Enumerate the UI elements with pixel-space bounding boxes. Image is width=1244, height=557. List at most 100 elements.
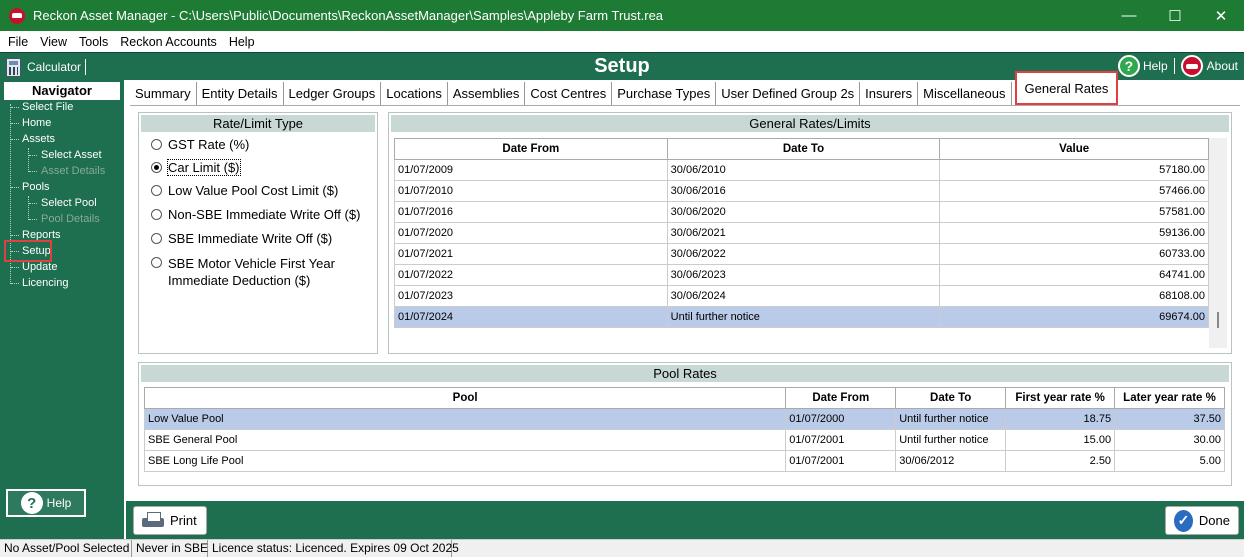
cell-date-to: 30/06/2023 [666,264,941,286]
table-row[interactable]: SBE Long Life Pool 01/07/2001 30/06/2012… [143,450,1225,472]
tree-branch [29,155,37,156]
tab-ledger-groups[interactable]: Ledger Groups [283,82,382,105]
column-header-later-year-rate[interactable]: Later year rate % [1114,387,1225,409]
footer-bar: Print ✓ Done [126,501,1244,539]
table-row-selected[interactable]: 01/07/2024 Until further notice 69674.00 [394,306,1209,328]
radio-button[interactable] [151,139,162,150]
menu-tools[interactable]: Tools [73,35,114,49]
header-help-link[interactable]: Help [1143,59,1168,73]
column-header-pool[interactable]: Pool [143,387,787,409]
nav-select-file[interactable]: Select File [22,101,73,113]
navigator-help-label: Help [46,496,72,510]
maximize-button[interactable]: ☐ [1152,0,1198,31]
cell-value: 60733.00 [939,243,1209,265]
about-car-icon[interactable] [1180,55,1203,77]
cell-pool: SBE Long Life Pool [143,450,787,472]
tab-summary[interactable]: Summary [130,82,197,105]
cell-pool: Low Value Pool [143,408,787,430]
minimize-button[interactable]: — [1106,0,1152,31]
nav-select-pool[interactable]: Select Pool [41,197,97,209]
table-row[interactable]: 01/07/2010 30/06/2016 57466.00 [394,180,1209,202]
radio-label: GST Rate (%) [168,137,250,152]
column-header-date-to[interactable]: Date To [666,138,941,160]
navigator-help-button[interactable]: ? Help [6,489,86,517]
table-row[interactable]: 01/07/2021 30/06/2022 60733.00 [394,243,1209,265]
cell-date-to: Until further notice [895,408,1007,430]
nav-update[interactable]: Update [22,261,57,273]
tree-branch [29,171,37,172]
tab-miscellaneous[interactable]: Miscellaneous [918,82,1012,105]
help-icon[interactable]: ? [1117,55,1140,77]
cell-first-year-rate: 18.75 [1005,408,1116,430]
table-row[interactable]: 01/07/2020 30/06/2021 59136.00 [394,222,1209,244]
cell-date-to: Until further notice [895,429,1007,451]
rate-type-panel: Rate/Limit Type GST Rate (%) Car Limit (… [138,112,378,354]
table-row[interactable]: 01/07/2022 30/06/2023 64741.00 [394,264,1209,286]
table-row-selected[interactable]: Low Value Pool 01/07/2000 Until further … [143,408,1225,430]
tree-branch [29,203,37,204]
radio-label: Non-SBE Immediate Write Off ($) [168,207,361,222]
menu-reckon-accounts[interactable]: Reckon Accounts [114,35,223,49]
menu-file[interactable]: File [2,35,34,49]
radio-button[interactable] [151,257,162,268]
setup-highlight-box [4,240,52,262]
column-header-value[interactable]: Value [939,138,1209,160]
printer-icon [142,511,164,530]
radio-gst-rate[interactable]: GST Rate (%) [151,137,249,152]
nav-pools[interactable]: Pools [22,181,50,193]
radio-low-value-pool-limit[interactable]: Low Value Pool Cost Limit ($) [151,183,338,198]
radio-sbe-motor-vehicle[interactable]: SBE Motor Vehicle First Year Immediate D… [151,255,335,289]
checkmark-icon: ✓ [1174,509,1193,532]
close-button[interactable]: ✕ [1198,0,1244,31]
radio-label: SBE Motor Vehicle First Year Immediate D… [168,255,335,289]
nav-select-asset[interactable]: Select Asset [41,149,102,161]
tab-general-rates[interactable]: General Rates [1014,71,1119,105]
radio-non-sbe-write-off[interactable]: Non-SBE Immediate Write Off ($) [151,207,360,222]
done-button[interactable]: ✓ Done [1165,506,1239,535]
tab-insurers[interactable]: Insurers [860,82,919,105]
radio-label: SBE Immediate Write Off ($) [168,231,333,246]
radio-label-line-1: SBE Motor Vehicle First Year [168,256,335,271]
tree-branch [11,283,19,284]
header-about-link[interactable]: About [1207,59,1238,73]
cell-date-from: 01/07/2020 [394,222,668,244]
tab-cost-centres[interactable]: Cost Centres [525,82,613,105]
radio-label-line-2: Immediate Deduction ($) [168,273,311,288]
radio-button[interactable] [151,209,162,220]
menu-view[interactable]: View [34,35,73,49]
radio-button[interactable] [151,185,162,196]
radio-sbe-write-off[interactable]: SBE Immediate Write Off ($) [151,231,332,246]
scrollbar-thumb[interactable] [1217,312,1219,328]
table-row[interactable]: 01/07/2016 30/06/2020 57581.00 [394,201,1209,223]
radio-car-limit[interactable]: Car Limit ($) [151,159,241,176]
done-label: Done [1198,513,1230,528]
tab-assemblies[interactable]: Assemblies [447,82,526,105]
nav-licencing[interactable]: Licencing [22,277,68,289]
radio-button[interactable] [151,233,162,244]
cell-later-year-rate: 30.00 [1114,429,1225,451]
table-row[interactable]: 01/07/2009 30/06/2010 57180.00 [394,159,1209,181]
radio-button-selected[interactable] [151,162,162,173]
tab-entity-details[interactable]: Entity Details [196,82,284,105]
tab-user-defined-group-2s[interactable]: User Defined Group 2s [716,82,861,105]
table-row[interactable]: SBE General Pool 01/07/2001 Until furthe… [143,429,1225,451]
table-row[interactable]: 01/07/2023 30/06/2024 68108.00 [394,285,1209,307]
status-sbe: Never in SBE [132,540,208,557]
nav-assets[interactable]: Assets [22,133,55,145]
nav-home[interactable]: Home [22,117,51,129]
menu-help[interactable]: Help [223,35,261,49]
tab-purchase-types[interactable]: Purchase Types [612,82,717,105]
column-header-date-from[interactable]: Date From [785,387,897,409]
column-header-first-year-rate[interactable]: First year rate % [1005,387,1116,409]
column-header-date-to[interactable]: Date To [895,387,1007,409]
nav-pool-details: Pool Details [41,213,100,225]
cell-later-year-rate: 37.50 [1114,408,1225,430]
tree-branch [11,235,19,236]
status-bar: No Asset/Pool Selected Never in SBE Lice… [0,539,1244,557]
cell-date-from: 01/07/2021 [394,243,668,265]
column-header-date-from[interactable]: Date From [394,138,668,160]
general-rates-scrollbar[interactable] [1209,138,1227,348]
status-licence: Licence status: Licenced. Expires 09 Oct… [208,540,459,557]
print-button[interactable]: Print [133,506,207,535]
tab-locations[interactable]: Locations [381,82,448,105]
